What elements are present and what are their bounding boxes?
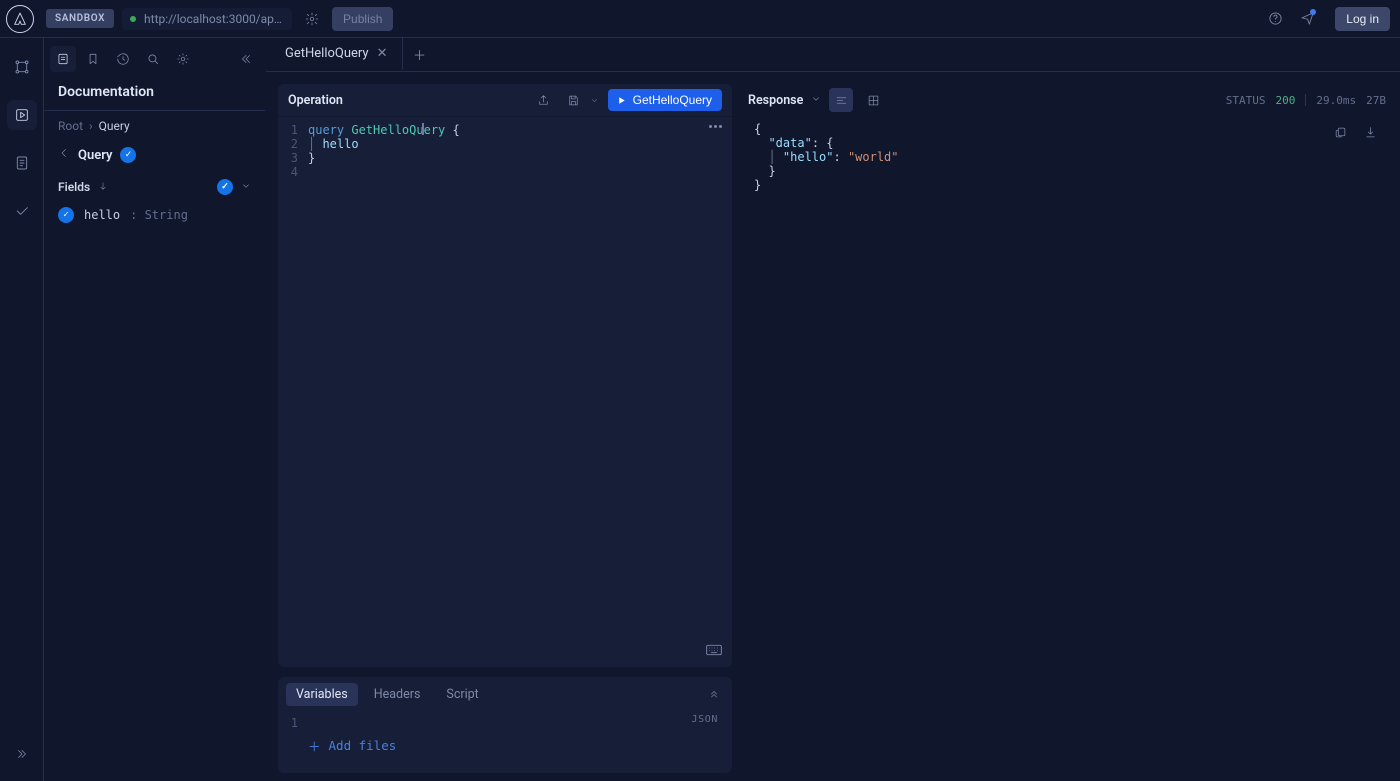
endpoint-url[interactable]: http://localhost:3000/api… [122,8,292,30]
crumb-root[interactable]: Root [58,119,83,133]
collapse-panel-icon[interactable] [704,685,724,705]
sort-arrow-icon[interactable] [98,180,108,194]
fields-chevron-icon[interactable] [241,180,251,194]
login-button[interactable]: Log in [1335,7,1390,31]
crumb-current: Query [99,119,130,133]
save-menu-icon[interactable] [588,88,602,112]
sidebar-doc-icon[interactable] [50,46,76,72]
env-badge: SANDBOX [46,9,114,28]
editor-menu-icon[interactable] [709,125,722,128]
response-header: Response STATUS 200 29.0ms 27B [746,84,1388,116]
sidebar-heading: Documentation [58,84,251,100]
share-icon[interactable] [532,88,556,112]
response-body[interactable]: { "data": { │ "hello": "world" } } [746,116,1388,773]
documentation-sidebar: Documentation Root › Query Query ✓ Field… [44,38,266,781]
field-type: String [145,208,188,222]
save-icon[interactable] [562,88,586,112]
response-menu-icon[interactable] [811,93,821,108]
field-sep: : [130,208,144,222]
field-check-icon[interactable]: ✓ [58,207,74,223]
variables-panel: Variables Headers Script 1 ＋ Add files [278,677,732,773]
fields-check-icon[interactable]: ✓ [217,179,233,195]
json-mode-label: JSON [692,714,718,725]
status-label: STATUS [1226,94,1266,107]
rail-expand-icon[interactable] [7,739,37,769]
view-table-icon[interactable] [861,88,885,112]
response-panel: Response STATUS 200 29.0ms 27B { "data": [746,84,1388,773]
sidebar-search-icon[interactable] [140,46,166,72]
operation-header: Operation GetHelloQuery [278,84,732,116]
apollo-logo [6,5,34,33]
tab-script[interactable]: Script [436,683,488,706]
status-dot-icon [130,16,136,22]
crumb-sep-icon: › [89,119,93,133]
operation-editor[interactable]: 1234 query GetHelloQuery { │ hello } [278,116,732,667]
response-size: 27B [1366,94,1386,107]
help-icon[interactable] [1263,7,1287,31]
left-rail [0,38,44,781]
settings-icon[interactable] [300,7,324,31]
endpoint-url-text: http://localhost:3000/api… [144,12,284,26]
publish-button[interactable]: Publish [332,7,393,31]
status-code: 200 [1276,94,1296,107]
rail-schema-icon[interactable] [7,52,37,82]
add-files-button[interactable]: ＋ Add files [304,732,732,759]
topbar: SANDBOX http://localhost:3000/api… Publi… [0,0,1400,38]
back-arrow-icon[interactable] [58,147,70,163]
tab-label: GetHelloQuery [285,46,369,61]
type-header[interactable]: Query ✓ [44,141,265,169]
rail-diff-icon[interactable] [7,148,37,178]
field-row[interactable]: ✓ hello: String [44,201,265,229]
fields-section: Fields ✓ [44,169,265,201]
response-stats: STATUS 200 29.0ms 27B [1226,94,1386,107]
tab-gethelloquery[interactable]: GetHelloQuery ✕ [271,38,403,71]
breadcrumb: Root › Query [44,119,265,141]
rail-checks-icon[interactable] [7,196,37,226]
plus-icon: ＋ [308,736,321,755]
editor-tabs: GetHelloQuery ✕ ＋ [266,38,1400,72]
sidebar-toolbar [44,42,265,76]
close-tab-icon[interactable]: ✕ [377,46,388,61]
sidebar-history-icon[interactable] [110,46,136,72]
response-time: 29.0ms [1316,94,1356,107]
fields-label: Fields [58,180,90,194]
rail-explorer-icon[interactable] [7,100,37,130]
keyboard-icon[interactable] [706,644,722,659]
operation-code[interactable]: query GetHelloQuery { │ hello } [304,117,732,667]
type-check-icon[interactable]: ✓ [120,147,136,163]
sidebar-bookmark-icon[interactable] [80,46,106,72]
type-title: Query [78,148,112,163]
view-json-icon[interactable] [829,88,853,112]
tab-headers[interactable]: Headers [364,683,431,706]
variables-editor[interactable]: 1 ＋ Add files JSON [278,712,732,773]
download-response-icon[interactable] [1358,120,1382,144]
tab-variables[interactable]: Variables [286,683,358,706]
sidebar-collapse-icon[interactable] [233,46,259,72]
add-files-label: Add files [329,738,397,753]
run-button[interactable]: GetHelloQuery [608,89,722,111]
sidebar-settings-icon[interactable] [170,46,196,72]
notification-dot-icon [1310,9,1316,15]
line-gutter: 1234 [278,117,304,667]
run-label: GetHelloQuery [633,93,712,107]
new-tab-button[interactable]: ＋ [403,38,437,71]
response-title: Response [748,93,803,108]
operation-title: Operation [288,93,343,108]
field-name: hello [84,208,120,222]
notifications-icon[interactable] [1295,7,1319,31]
copy-response-icon[interactable] [1328,120,1352,144]
